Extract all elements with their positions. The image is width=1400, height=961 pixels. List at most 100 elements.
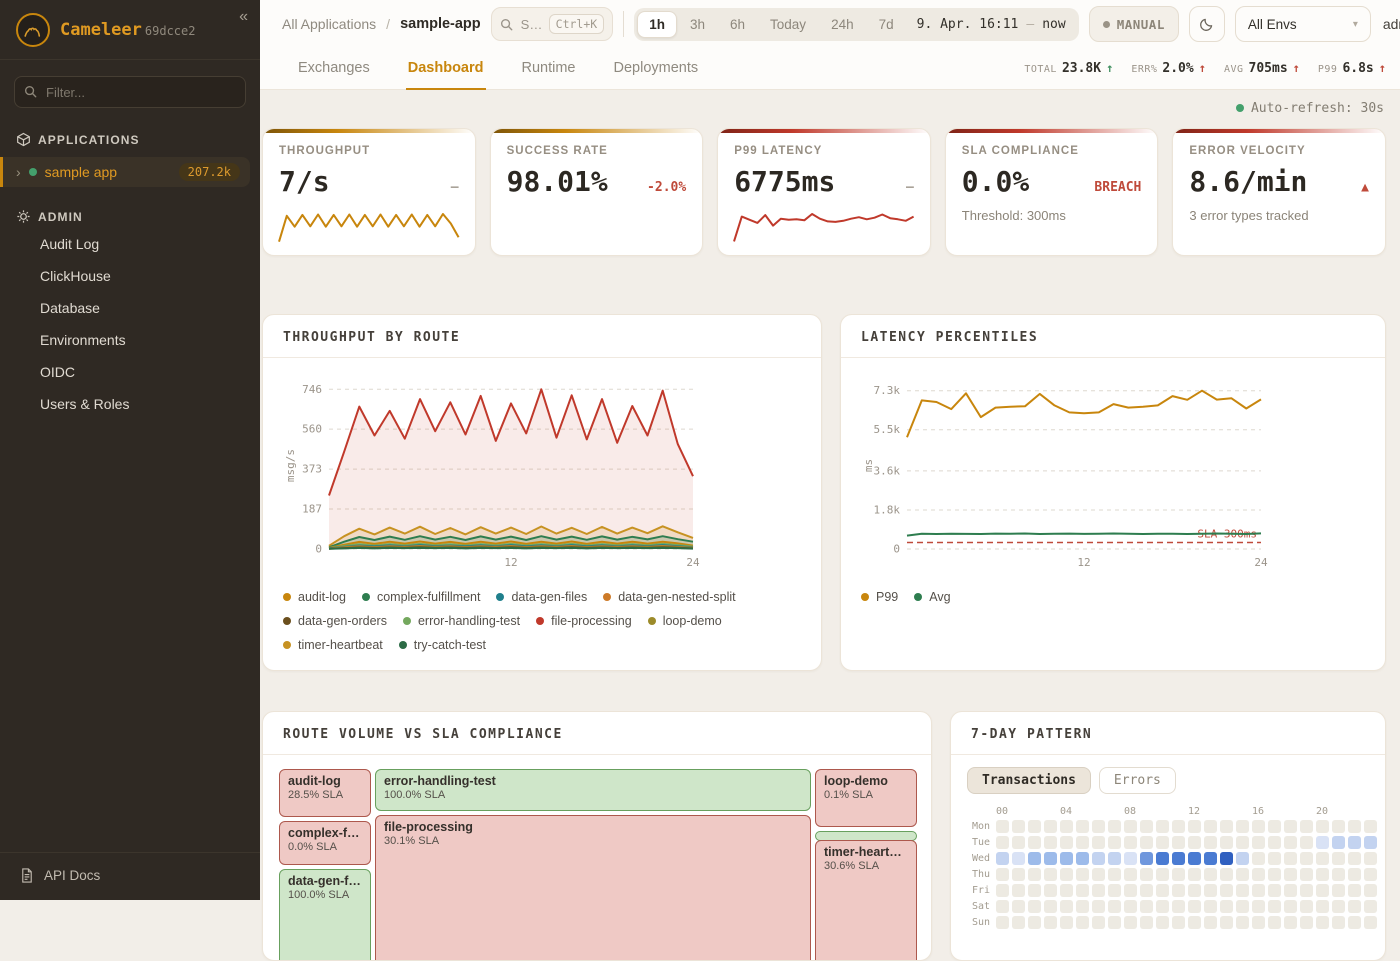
treemap-box-data-gen-files[interactable]: data-gen-files100.0% SLA [279, 869, 371, 961]
environment-select[interactable]: All Envs ▾ [1235, 6, 1371, 42]
route-legend-loop-demo[interactable]: loop-demo [648, 614, 722, 628]
api-docs-link[interactable]: API Docs [0, 852, 260, 900]
legend-label: data-gen-files [511, 590, 587, 604]
heatmap-cell [1108, 836, 1121, 849]
kpi-value: 98.01% [507, 165, 608, 198]
latency-legend-avg[interactable]: Avg [914, 590, 950, 604]
heatmap-cell [1060, 916, 1073, 929]
heatmap-cell [1204, 900, 1217, 913]
heatmap-cell [1220, 852, 1233, 865]
heatmap-cell [1092, 868, 1105, 881]
legend-dot-icon [914, 593, 922, 601]
svg-text:187: 187 [302, 503, 322, 516]
heatmap-cell [1236, 852, 1249, 865]
route-legend-timer-heartbeat[interactable]: timer-heartbeat [283, 638, 383, 652]
range-button-today[interactable]: Today [758, 11, 818, 38]
heatmap-cell [1364, 836, 1377, 849]
route-legend-file-processing[interactable]: file-processing [536, 614, 632, 628]
stat-label: AVG [1224, 64, 1244, 75]
sidebar-item-environments[interactable]: Environments [0, 324, 260, 356]
manual-refresh-button[interactable]: MANUAL [1089, 6, 1179, 42]
heatmap-cell [1108, 900, 1121, 913]
treemap-box-loop-demo[interactable]: loop-demo0.1% SLA [815, 769, 917, 827]
heatmap-cell [1156, 820, 1169, 833]
heatmap-cell [1012, 820, 1025, 833]
heatmap-cell [1108, 868, 1121, 881]
gear-icon [16, 209, 31, 224]
heatmap-cell [1188, 820, 1201, 833]
latency-legend-p99[interactable]: P99 [861, 590, 898, 604]
route-legend-complex-fulfillment[interactable]: complex-fulfillment [362, 590, 481, 604]
sidebar-item-oidc[interactable]: OIDC [0, 356, 260, 388]
sidebar-item-clickhouse[interactable]: ClickHouse [0, 260, 260, 292]
tab-exchanges[interactable]: Exchanges [296, 48, 372, 90]
heatmap-cell [1268, 836, 1281, 849]
auto-refresh-label: Auto-refresh: 30s [1251, 101, 1384, 116]
heatmap-cell [1316, 836, 1329, 849]
kpi-label: THROUGHPUT [279, 145, 459, 157]
treemap-box-complex-fulfil[interactable]: complex-fulfil...0.0% SLA [279, 821, 371, 865]
user-menu[interactable]: admin [1381, 16, 1400, 32]
treemap-box-sla: 28.5% SLA [288, 789, 362, 801]
heatmap-cell [1188, 884, 1201, 897]
range-button-7d[interactable]: 7d [867, 11, 906, 38]
tab-dashboard[interactable]: Dashboard [406, 48, 486, 90]
sidebar-item-users-roles[interactable]: Users & Roles [0, 388, 260, 420]
global-search[interactable]: Ctrl+K [491, 7, 614, 41]
range-button-24h[interactable]: 24h [819, 11, 866, 38]
range-button-3h[interactable]: 3h [678, 11, 717, 38]
theme-toggle-button[interactable] [1189, 6, 1225, 42]
treemap-box-error-handling-test[interactable]: error-handling-test100.0% SLA [375, 769, 811, 811]
sidebar-item-audit-log[interactable]: Audit Log [0, 228, 260, 260]
kpi-label: ERROR VELOCITY [1189, 145, 1369, 157]
date-range-display[interactable]: 9. Apr. 16:11 — now [907, 17, 1076, 32]
route-legend-data-gen-nested-split[interactable]: data-gen-nested-split [603, 590, 735, 604]
route-legend-error-handling-test[interactable]: error-handling-test [403, 614, 520, 628]
time-range-control: 1h3h6hToday24h7d 9. Apr. 16:11 — now [634, 8, 1078, 41]
treemap-box-name: timer-heartbeat [824, 845, 908, 859]
route-legend-try-catch-test[interactable]: try-catch-test [399, 638, 486, 652]
legend-label: loop-demo [663, 614, 722, 628]
heatmap-cell [1092, 836, 1105, 849]
heatmap-row-fri: Fri [967, 884, 1369, 897]
legend-label: error-handling-test [418, 614, 520, 628]
filter-input[interactable] [14, 76, 246, 108]
tab-runtime[interactable]: Runtime [520, 48, 578, 90]
heatmap-cell [1124, 884, 1137, 897]
heatmap-toggles: Transactions Errors [967, 767, 1369, 794]
heatmap-cell [1124, 900, 1137, 913]
route-legend-data-gen-files[interactable]: data-gen-files [496, 590, 587, 604]
breadcrumb-root[interactable]: All Applications [282, 16, 376, 32]
sidebar-item-database[interactable]: Database [0, 292, 260, 324]
heatmap-cell [1044, 852, 1057, 865]
sidebar-header: Cameleer69dcce2 « [0, 0, 260, 60]
range-button-6h[interactable]: 6h [718, 11, 757, 38]
heatmap-cell [1204, 884, 1217, 897]
sidebar-item-sample-app[interactable]: › sample app 207.2k [0, 157, 250, 187]
toggle-errors[interactable]: Errors [1099, 767, 1176, 794]
heatmap-cell [1108, 820, 1121, 833]
tab-deployments[interactable]: Deployments [612, 48, 701, 90]
route-legend-data-gen-orders[interactable]: data-gen-orders [283, 614, 387, 628]
treemap-box-file-processing[interactable]: file-processing30.1% SLA [375, 815, 811, 961]
kpi-subtitle: 3 error types tracked [1189, 208, 1369, 223]
heatmap-cell [1332, 884, 1345, 897]
heatmap-hours: 000408121620 [967, 806, 1369, 817]
heatmap-cell [1204, 836, 1217, 849]
legend-dot-icon [536, 617, 544, 625]
collapse-sidebar-icon[interactable]: « [239, 8, 248, 26]
heatmap-cell [1268, 852, 1281, 865]
search-icon [500, 18, 513, 31]
admin-section-header: ADMIN [0, 209, 260, 224]
search-input[interactable] [519, 16, 543, 33]
kpi-card-success-rate: SUCCESS RATE98.01%-2.0% [490, 128, 704, 256]
treemap-box-timer-heartbeat[interactable]: timer-heartbeat30.6% SLA [815, 840, 917, 961]
hour-label: 00 [996, 806, 1009, 817]
heatmap-cell [1028, 820, 1041, 833]
route-legend-audit-log[interactable]: audit-log [283, 590, 346, 604]
tabs-row: ExchangesDashboardRuntimeDeployments TOT… [260, 48, 1400, 90]
toggle-transactions[interactable]: Transactions [967, 767, 1091, 794]
treemap-box-audit-log[interactable]: audit-log28.5% SLA [279, 769, 371, 817]
range-button-1h[interactable]: 1h [637, 11, 677, 38]
heatmap-cell [1252, 868, 1265, 881]
